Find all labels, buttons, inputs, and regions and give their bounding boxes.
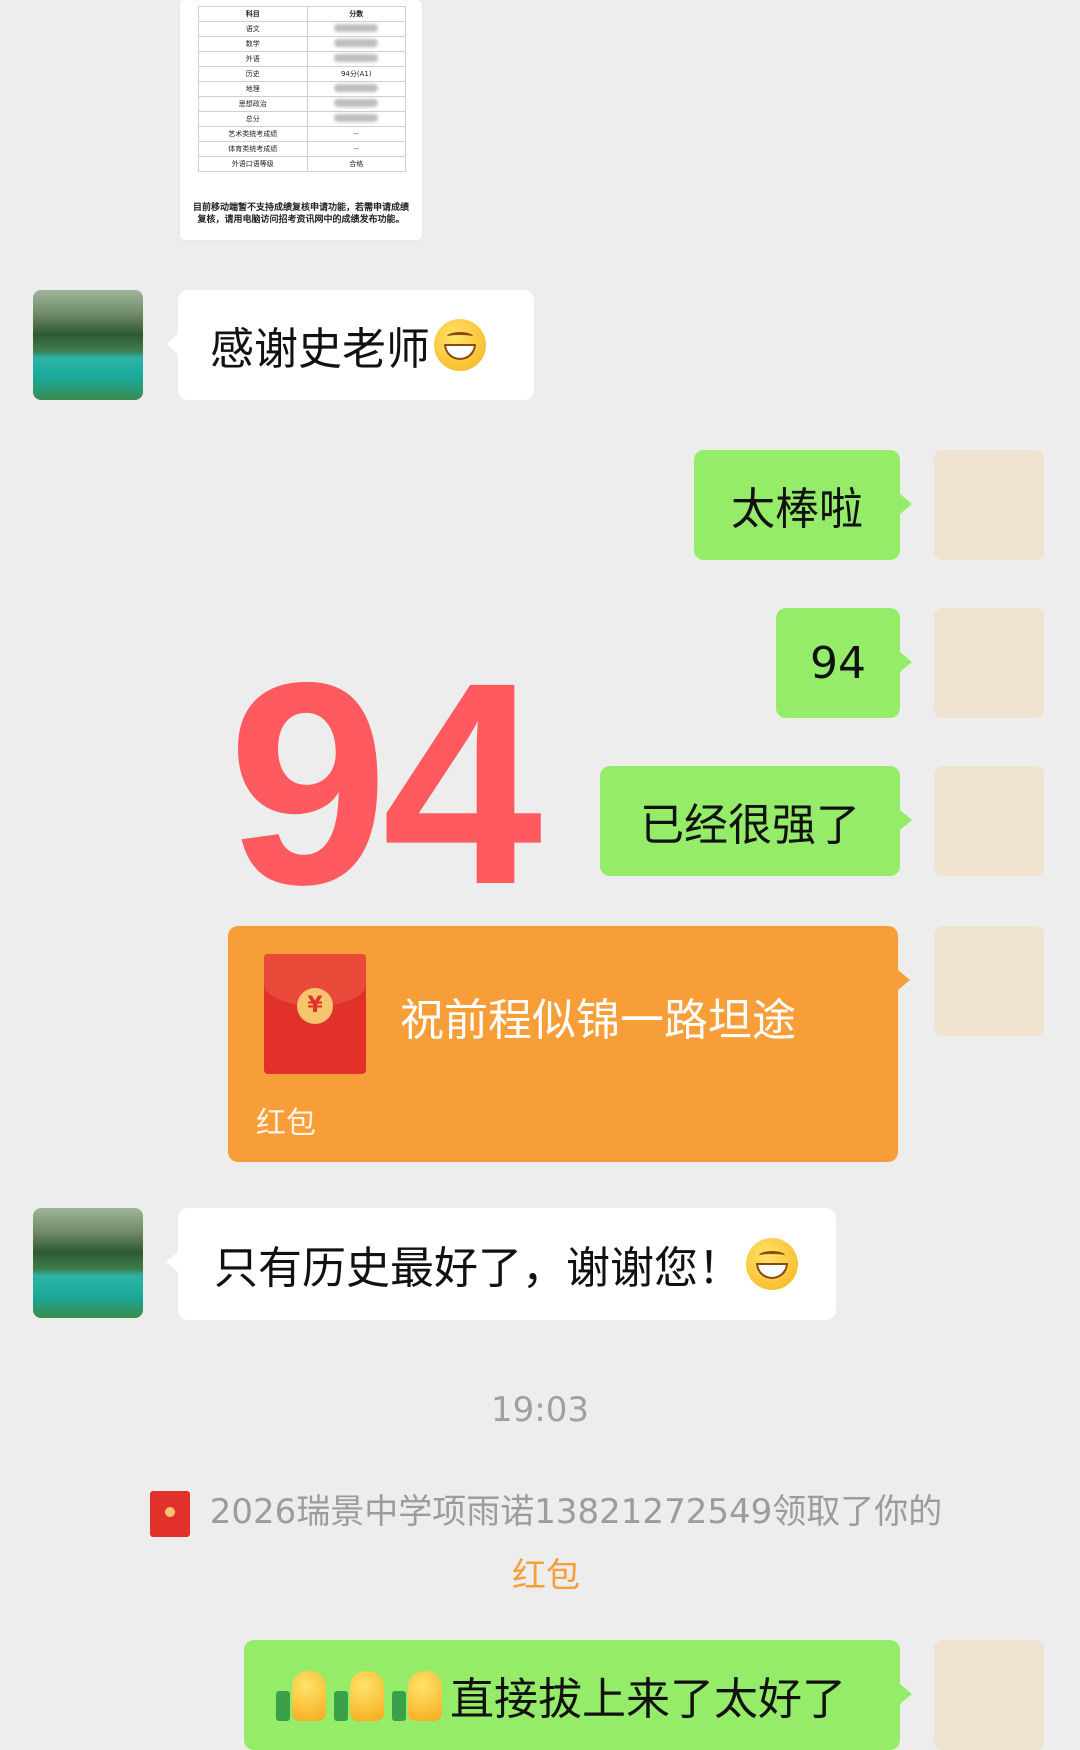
- score-value: [306, 111, 407, 127]
- score-value: --: [306, 126, 407, 142]
- score-value: --: [306, 141, 407, 157]
- score-header-score: 分数: [306, 6, 407, 22]
- score-subject: 语文: [198, 21, 308, 37]
- score-value: [306, 51, 407, 67]
- score-subject: 外语: [198, 51, 308, 67]
- bubble-tail: [900, 810, 912, 830]
- message-text: 94: [810, 637, 866, 689]
- message-text: 只有历史最好了，谢谢您！: [214, 1243, 742, 1294]
- bubble-tail: [898, 970, 910, 990]
- score-value: 94分(A1): [306, 66, 407, 82]
- thumbs-up-icon: [276, 1667, 330, 1723]
- message-bubble-sent[interactable]: 太棒啦: [694, 450, 900, 560]
- score-subject: 地理: [198, 81, 308, 97]
- score-subject: 数学: [198, 36, 308, 52]
- score-value: [306, 36, 407, 52]
- message-bubble-received[interactable]: 只有历史最好了，谢谢您！: [178, 1208, 836, 1320]
- teacher-avatar[interactable]: [934, 1640, 1044, 1750]
- student-avatar[interactable]: [33, 1208, 143, 1318]
- bubble-tail: [166, 334, 178, 354]
- score-value: 合格: [306, 156, 407, 172]
- teacher-avatar[interactable]: [934, 608, 1044, 718]
- message-text: 直接拔上来了太好了: [450, 1674, 846, 1725]
- student-avatar[interactable]: [33, 290, 143, 400]
- score-value: [306, 81, 407, 97]
- grin-emoji-icon: [434, 319, 486, 371]
- message-bubble-received[interactable]: 感谢史老师: [178, 290, 534, 400]
- score-subject: 外语口语等级: [198, 156, 308, 172]
- message-bubble-sent[interactable]: 94: [776, 608, 900, 718]
- red-packet-message[interactable]: ¥ 祝前程似锦一路坦途 红包: [228, 926, 898, 1162]
- red-envelope-icon: ¥: [264, 954, 366, 1074]
- score-subject: 历史: [198, 66, 308, 82]
- big-score-overlay: 94: [228, 623, 542, 945]
- message-bubble-sent[interactable]: 已经很强了: [600, 766, 900, 876]
- score-subject: 体育类统考成绩: [198, 141, 308, 157]
- red-packet-title: 祝前程似锦一路坦途: [400, 995, 796, 1046]
- message-text: 太棒啦: [731, 484, 863, 535]
- score-subject: 艺术类统考成绩: [198, 126, 308, 142]
- thumbs-up-icon: [392, 1667, 446, 1723]
- teacher-avatar[interactable]: [934, 450, 1044, 560]
- teacher-avatar[interactable]: [934, 766, 1044, 876]
- score-table: 科目 分数 语文 数学 外语 历史 94分(A1) 地理 思想政治 总分 艺术类统考…: [198, 6, 407, 172]
- message-bubble-sent[interactable]: 直接拔上来了太好了: [244, 1640, 900, 1750]
- score-note: 目前移动端暂不支持成绩复核申请功能，若需申请成绩复核，请用电脑访问招考资讯网中的…: [192, 203, 409, 225]
- score-header-subject: 科目: [198, 6, 308, 22]
- score-screenshot-image[interactable]: 科目 分数 语文 数学 外语 历史 94分(A1) 地理 思想政治 总分 艺术类统考…: [180, 0, 422, 240]
- score-value: [306, 21, 407, 37]
- bubble-tail: [900, 494, 912, 514]
- score-subject: 总分: [198, 111, 308, 127]
- bubble-tail: [900, 652, 912, 672]
- chat-timestamp: 19:03: [491, 1390, 589, 1430]
- system-notice-text: 2026瑞景中学项雨诺13821272549领取了你的: [209, 1492, 943, 1532]
- score-value: [306, 96, 407, 112]
- bubble-tail: [900, 1684, 912, 1704]
- red-envelope-icon: [149, 1490, 190, 1537]
- message-text: 已经很强了: [640, 800, 860, 851]
- bubble-tail: [166, 1252, 178, 1272]
- system-notice: 2026瑞景中学项雨诺13821272549领取了你的 红包: [96, 1480, 996, 1608]
- red-packet-link[interactable]: 红包: [512, 1556, 580, 1596]
- score-subject: 思想政治: [198, 96, 308, 112]
- coin-icon: ¥: [297, 988, 333, 1024]
- message-text: 感谢史老师: [210, 324, 430, 375]
- thumbs-up-icon: [334, 1667, 388, 1723]
- teacher-avatar[interactable]: [934, 926, 1044, 1036]
- red-packet-label: 红包: [256, 1106, 316, 1141]
- grin-emoji-icon: [746, 1238, 798, 1290]
